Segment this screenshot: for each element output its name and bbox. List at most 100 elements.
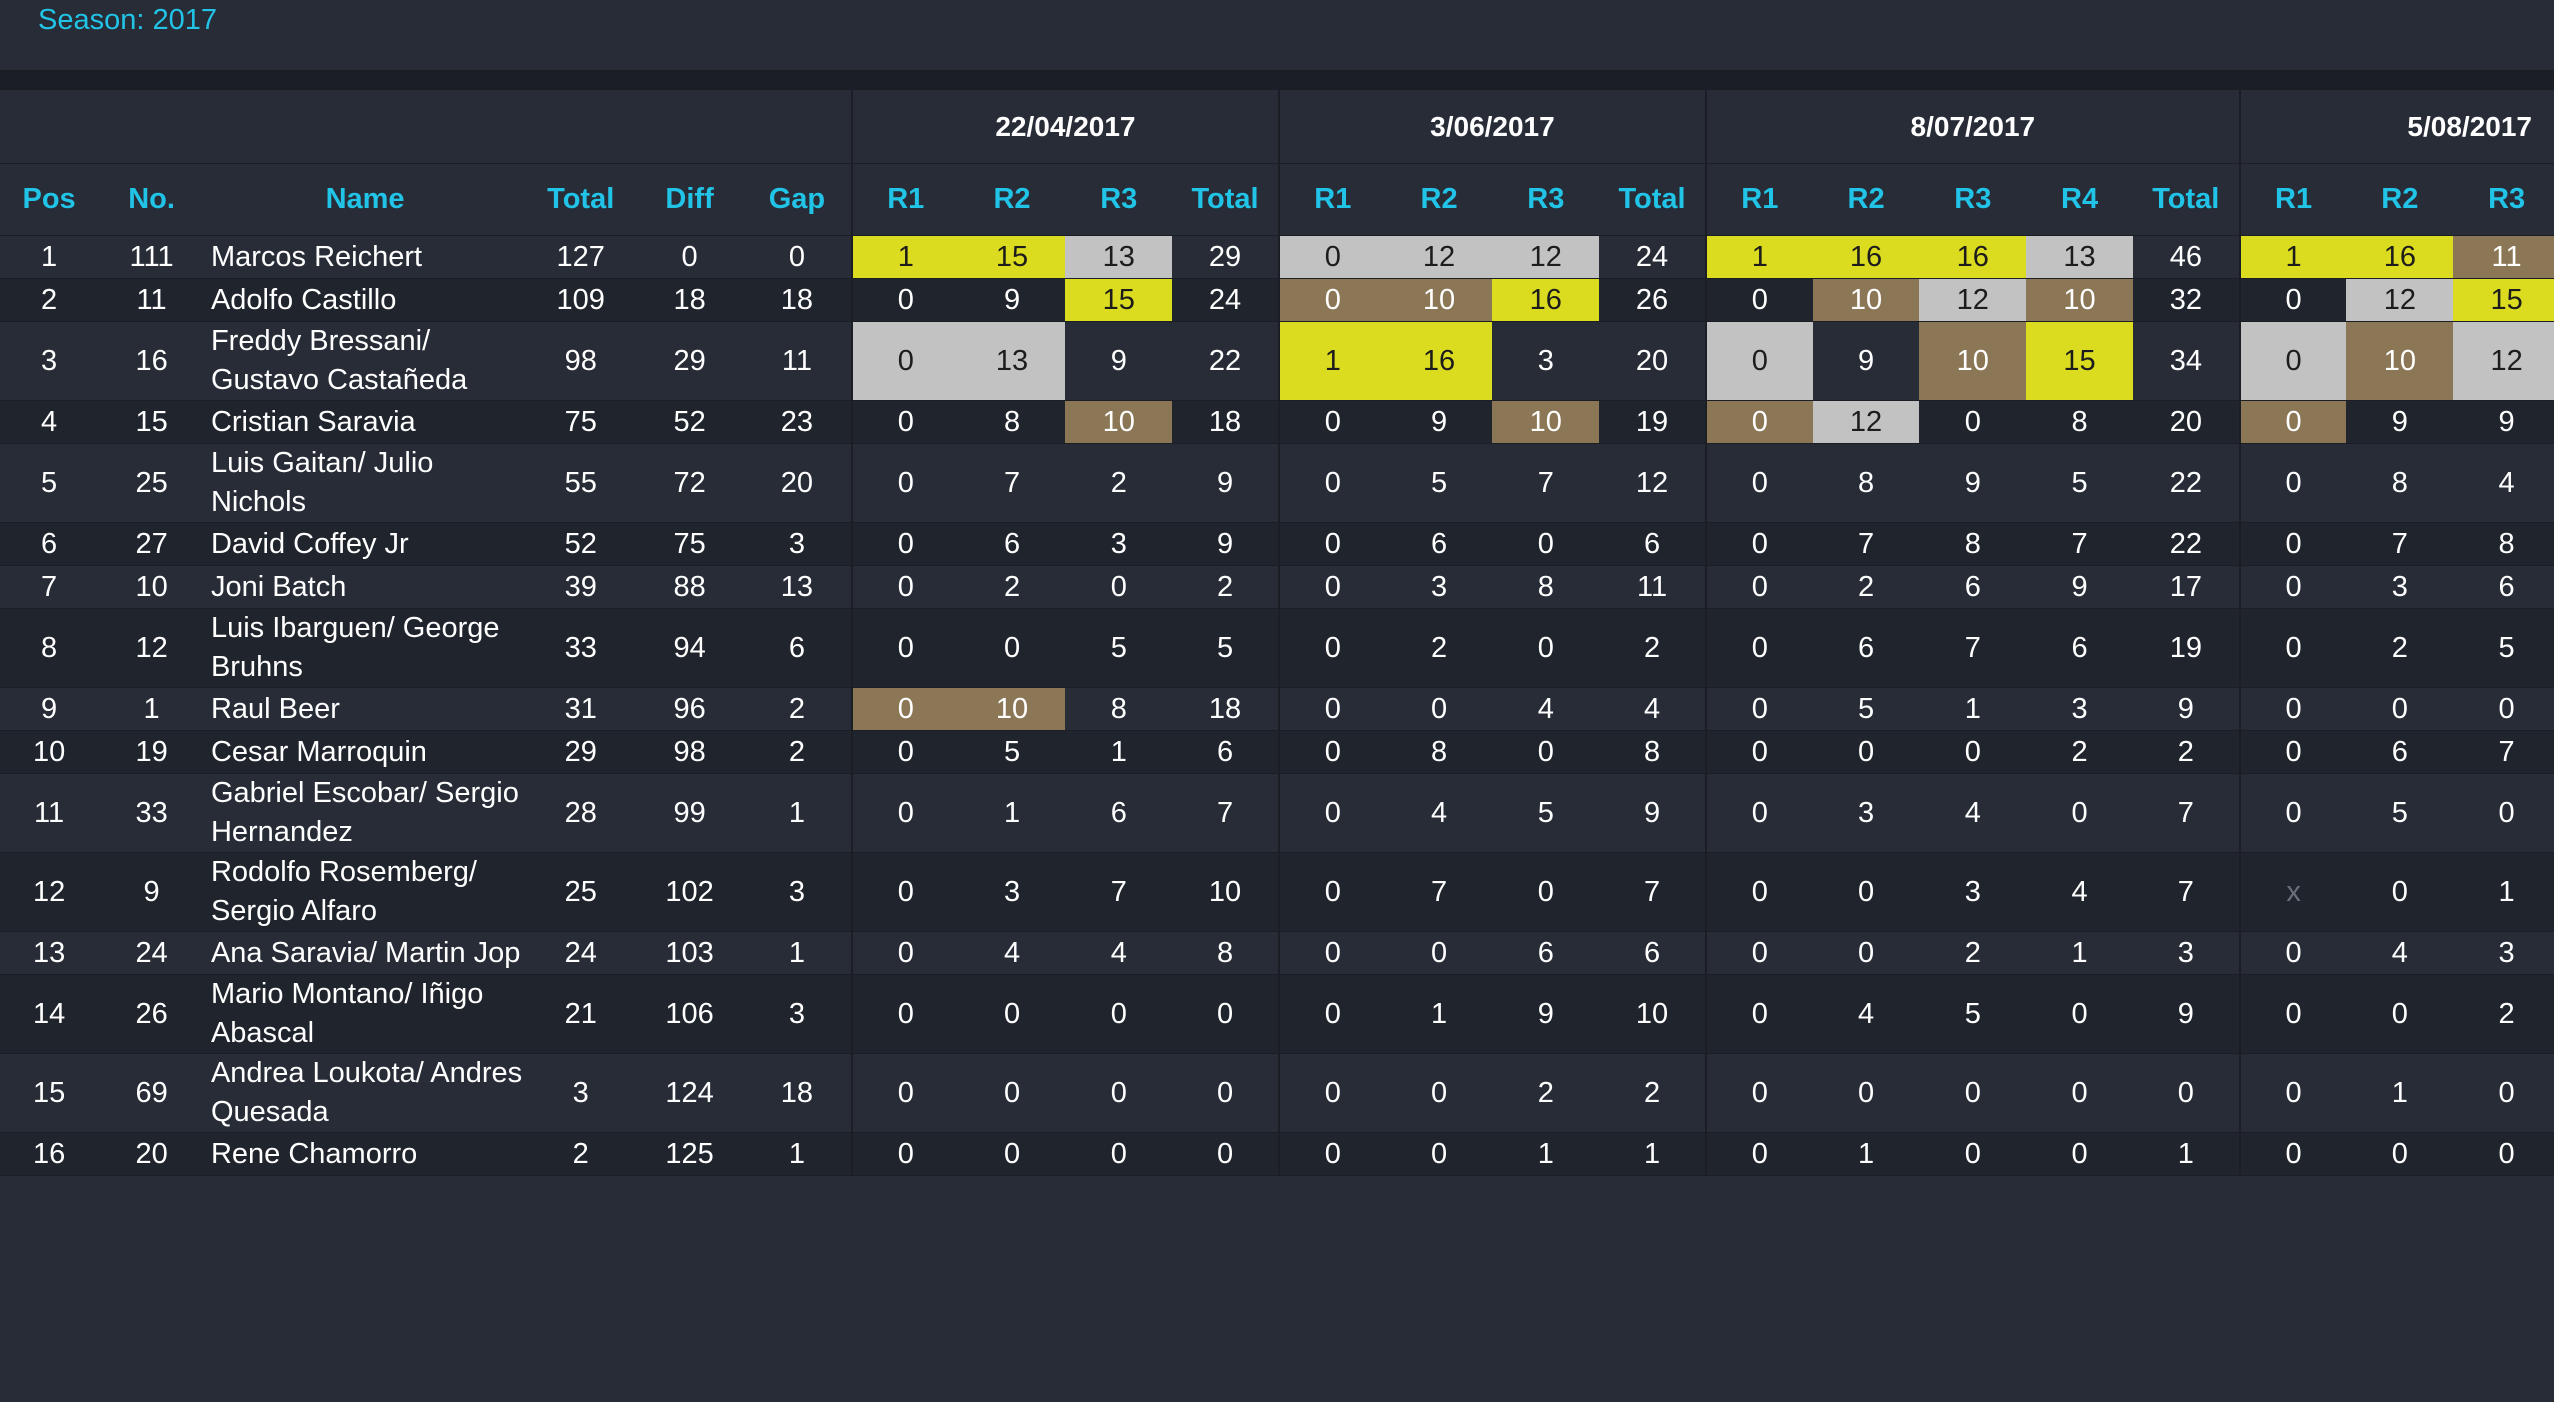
table-row[interactable]: 13 24 Ana Saravia/ Martin Jop 24 103 1 0 4 4 8 0 0 6… bbox=[0, 931, 2554, 975]
cell-pos: 15 bbox=[0, 1053, 99, 1133]
table-row[interactable]: 3 16 Freddy Bressani/ Gustavo Castañeda 98 2… bbox=[0, 321, 2554, 401]
table-row[interactable]: 15 69 Andrea Loukota/ Andres Quesada 3 124 18… bbox=[0, 1053, 2554, 1133]
standings-table: 22/04/2017 3/06/2017 8/07/2017 5/08/2017 Po… bbox=[0, 90, 2554, 1176]
cell-race-points: 3 bbox=[1812, 773, 1920, 853]
cell-race-points: 0 bbox=[2238, 974, 2347, 1054]
cell-name: Cesar Marroquin bbox=[204, 730, 526, 774]
col-header-gap[interactable]: Gap bbox=[742, 163, 852, 236]
cell-event-total: 22 bbox=[2132, 443, 2240, 523]
cell-event-total: 12 bbox=[1599, 443, 1706, 523]
col-header-no[interactable]: No. bbox=[98, 163, 205, 236]
cell-race-points: 9 bbox=[2346, 400, 2454, 444]
cell-event-total: 9 bbox=[1599, 773, 1706, 853]
cell-race-points: 0 bbox=[1919, 1053, 2027, 1133]
col-header-pos[interactable]: Pos bbox=[0, 163, 99, 236]
cell-race-points: 0 bbox=[1277, 687, 1386, 731]
cell-diff: 96 bbox=[636, 687, 743, 731]
cell-race-points: 9 bbox=[2026, 565, 2133, 609]
cell-race-points: 0 bbox=[2453, 1053, 2554, 1133]
cell-race-points: 0 bbox=[1065, 565, 1173, 609]
col-header-race[interactable]: R2 bbox=[1385, 163, 1493, 236]
cell-event-total: 0 bbox=[1172, 974, 1279, 1054]
table-row[interactable]: 6 27 David Coffey Jr 52 75 3 0 6 3 9 0 6 0 6 0 7 8 7 22 0 7 8 bbox=[0, 522, 2554, 566]
cell-race-points: 0 bbox=[850, 400, 959, 444]
cell-diff: 125 bbox=[636, 1132, 743, 1176]
cell-event-total: 8 bbox=[1599, 730, 1706, 774]
cell-total: 109 bbox=[525, 278, 637, 322]
col-header-race[interactable]: R3 bbox=[1919, 163, 2027, 236]
col-header-race[interactable]: R1 bbox=[850, 163, 959, 236]
cell-diff: 75 bbox=[636, 522, 743, 566]
cell-race-points: 1 bbox=[2026, 931, 2133, 975]
col-header-race[interactable]: R1 bbox=[1704, 163, 1813, 236]
col-header-event-total[interactable]: Total bbox=[1172, 163, 1279, 236]
cell-no: 19 bbox=[98, 730, 205, 774]
table-row[interactable]: 11 33 Gabriel Escobar/ Sergio Hernandez 28 9… bbox=[0, 773, 2554, 853]
cell-race-points: 0 bbox=[1277, 931, 1386, 975]
cell-race-points: 6 bbox=[2346, 730, 2454, 774]
table-row[interactable]: 10 19 Cesar Marroquin 29 98 2 0 5 1 6 0 8 0 8 0 0 0 2 2 0 6 7 bbox=[0, 730, 2554, 774]
cell-pos: 2 bbox=[0, 278, 99, 322]
col-header-total[interactable]: Total bbox=[525, 163, 637, 236]
col-header-race[interactable]: R2 bbox=[2346, 163, 2454, 236]
cell-event-total: 0 bbox=[1172, 1132, 1279, 1176]
cell-race-points: 10 bbox=[1065, 400, 1173, 444]
cell-event-total: 2 bbox=[1599, 1053, 1706, 1133]
table-row[interactable]: 9 1 Raul Beer 31 96 2 0 10 8 18 0 0 4 4 0 5 1 3 9 0 0 0 bbox=[0, 687, 2554, 731]
col-header-name[interactable]: Name bbox=[204, 163, 526, 236]
cell-event-total: 5 bbox=[1172, 608, 1279, 688]
cell-pos: 8 bbox=[0, 608, 99, 688]
cell-pos: 9 bbox=[0, 687, 99, 731]
col-header-race[interactable]: R3 bbox=[1492, 163, 1600, 236]
cell-race-points: 5 bbox=[1492, 773, 1600, 853]
standings-body: 1 111 Marcos Reichert 127 0 0 1 15 13 29 0 12 12 24 1 1… bbox=[0, 235, 2554, 1176]
cell-event-total: 18 bbox=[1172, 400, 1279, 444]
col-header-race[interactable]: R2 bbox=[1812, 163, 1920, 236]
cell-race-points: 0 bbox=[1492, 852, 1600, 932]
table-row[interactable]: 14 26 Mario Montano/ Iñigo Abascal 21 106 3 0 0… bbox=[0, 974, 2554, 1054]
standings-table-container[interactable]: 22/04/2017 3/06/2017 8/07/2017 5/08/2017 Po… bbox=[0, 90, 2554, 1402]
cell-race-points: 0 bbox=[1277, 608, 1386, 688]
cell-race-points: 6 bbox=[1812, 608, 1920, 688]
cell-event-total: 6 bbox=[1599, 522, 1706, 566]
table-row[interactable]: 12 9 Rodolfo Rosemberg/ Sergio Alfaro 25 102… bbox=[0, 852, 2554, 932]
cell-race-points: 0 bbox=[1812, 1053, 1920, 1133]
cell-name: Ana Saravia/ Martin Jop bbox=[204, 931, 526, 975]
cell-total: 25 bbox=[525, 852, 637, 932]
cell-total: 3 bbox=[525, 1053, 637, 1133]
col-header-race[interactable]: R1 bbox=[1277, 163, 1386, 236]
cell-race-points: 12 bbox=[1385, 235, 1493, 279]
col-header-race[interactable]: R4 bbox=[2026, 163, 2133, 236]
cell-diff: 18 bbox=[636, 278, 743, 322]
cell-total: 31 bbox=[525, 687, 637, 731]
cell-race-points: 0 bbox=[2238, 931, 2347, 975]
cell-race-points: 7 bbox=[1812, 522, 1920, 566]
col-header-race[interactable]: R1 bbox=[2238, 163, 2347, 236]
col-header-race[interactable]: R3 bbox=[1065, 163, 1173, 236]
cell-pos: 10 bbox=[0, 730, 99, 774]
table-row[interactable]: 7 10 Joni Batch 39 88 13 0 2 0 2 0 3 8 11 0 2 6 9 17 0 3 6 bbox=[0, 565, 2554, 609]
cell-diff: 88 bbox=[636, 565, 743, 609]
table-row[interactable]: 1 111 Marcos Reichert 127 0 0 1 15 13 29 0 12 12 24 1 1… bbox=[0, 235, 2554, 279]
table-row[interactable]: 5 25 Luis Gaitan/ Julio Nichols 55 72 20 0 7 2 9 0… bbox=[0, 443, 2554, 523]
col-header-diff[interactable]: Diff bbox=[636, 163, 743, 236]
cell-race-points: 1 bbox=[1812, 1132, 1920, 1176]
cell-race-points: 0 bbox=[1385, 1053, 1493, 1133]
cell-gap: 0 bbox=[742, 235, 852, 279]
cell-race-points: 12 bbox=[1492, 235, 1600, 279]
cell-race-points: 0 bbox=[1277, 235, 1386, 279]
col-header-event-total[interactable]: Total bbox=[1599, 163, 1706, 236]
table-row[interactable]: 8 12 Luis Ibarguen/ George Bruhns 33 94 6 0 0 5 5… bbox=[0, 608, 2554, 688]
table-row[interactable]: 4 15 Cristian Saravia 75 52 23 0 8 10 18 0 9 10 19 0 12… bbox=[0, 400, 2554, 444]
cell-gap: 2 bbox=[742, 730, 852, 774]
col-header-event-total[interactable]: Total bbox=[2132, 163, 2240, 236]
table-row[interactable]: 16 20 Rene Chamorro 2 125 1 0 0 0 0 0 0 1 1 0 1 0 0 1 0 0 0 bbox=[0, 1132, 2554, 1176]
cell-race-points: 3 bbox=[2346, 565, 2454, 609]
cell-diff: 106 bbox=[636, 974, 743, 1054]
col-header-race[interactable]: R3 bbox=[2453, 163, 2554, 236]
cell-no: 25 bbox=[98, 443, 205, 523]
table-row[interactable]: 2 11 Adolfo Castillo 109 18 18 0 9 15 24 0 10 16 26 0 1… bbox=[0, 278, 2554, 322]
col-header-race[interactable]: R2 bbox=[958, 163, 1066, 236]
cell-race-points: 2 bbox=[2026, 730, 2133, 774]
cell-race-points: 0 bbox=[2238, 522, 2347, 566]
